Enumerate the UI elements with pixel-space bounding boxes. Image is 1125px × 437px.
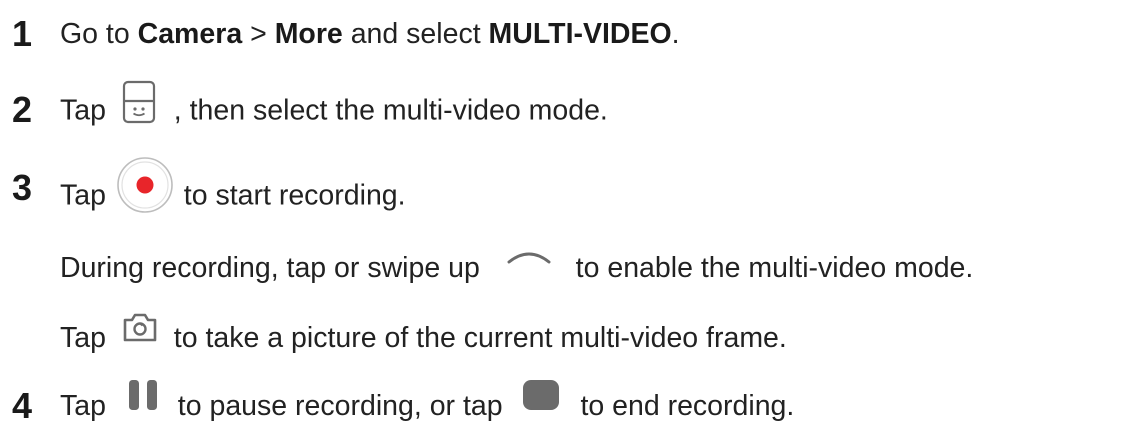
step-text-part: Tap <box>60 390 106 422</box>
step-text-part: to enable the multi-video mode. <box>575 252 974 284</box>
step-text-part: , then select the multi-video mode. <box>173 94 608 127</box>
step-text-part: Tap <box>60 179 106 212</box>
step-text: During recording, tap or swipe up to ena… <box>60 248 973 288</box>
step-text: Tap to start recording. <box>60 157 406 226</box>
chevron-up-icon <box>506 244 552 266</box>
step-text-part: . <box>671 18 680 50</box>
step-text-part: Tap <box>60 322 106 354</box>
step-number: 3 <box>12 167 33 208</box>
step-text-part: to take a picture of the current multi-v… <box>173 322 787 354</box>
step-text-part: During recording, tap or swipe up <box>60 252 480 284</box>
step-text-part: and select <box>342 18 489 50</box>
step-text-part: to start recording. <box>183 179 406 212</box>
step-text: Tap , then select the multi-video mode. <box>60 80 608 134</box>
step-text: Go to Camera > More and select MULTI-VID… <box>60 14 680 54</box>
step-text-part: to pause recording, or tap <box>177 390 503 422</box>
stop-icon <box>521 378 561 412</box>
step-number: 4 <box>12 385 33 426</box>
step-text: Tap to take a picture of the current mul… <box>60 314 787 358</box>
more-label: More <box>274 18 343 50</box>
camera-label: Camera <box>137 18 243 50</box>
step-number: 2 <box>12 89 33 130</box>
step-text-part: > <box>242 18 275 50</box>
step-text-part: to end recording. <box>580 390 795 422</box>
step-number: 1 <box>12 13 33 54</box>
record-button-icon <box>116 156 174 214</box>
camera-capture-icon <box>122 311 158 343</box>
step-text: Tap to pause recording, or tap to end re… <box>60 380 795 426</box>
multi-video-label: MULTI-VIDEO <box>488 18 672 50</box>
step-text-part: Go to <box>60 18 138 50</box>
step-text-part: Tap <box>60 94 106 127</box>
multi-video-mode-icon <box>122 80 156 124</box>
pause-icon <box>126 378 160 412</box>
